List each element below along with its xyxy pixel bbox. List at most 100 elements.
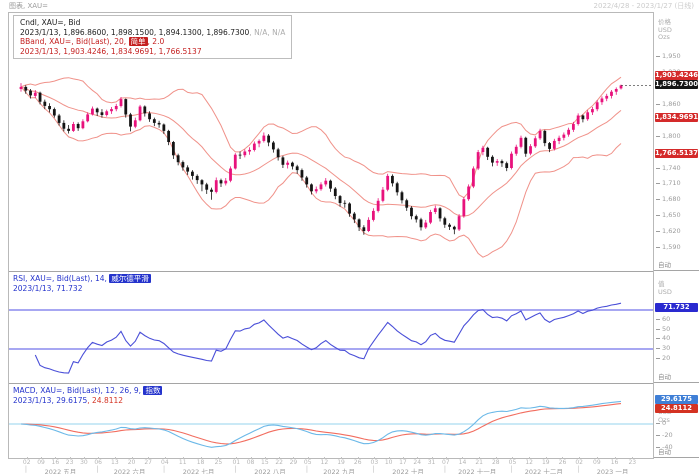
legend-candle-values: 2023/1/13, 1,896.8600, 1,898.1500, 1,894… [20,28,285,38]
axis-value-badge: 1,896.7300 [655,80,698,89]
xaxis-month-label: 2023 一月 [597,466,629,474]
month-divider: | [306,465,308,473]
axis-tick-label: 1,950 [656,52,681,60]
xaxis-day-label: 09 [37,459,45,466]
xaxis-day-label: 05 [509,459,517,466]
month-divider: | [577,465,579,473]
axis-value-badge: 1,766.5137 [655,149,698,158]
legend-macd-series: MACD, XAU=, Bid(Last), 12, 26, 9, 指数 [13,386,162,396]
axis-tick-label: 1,860 [656,100,681,108]
macd-legend: MACD, XAU=, Bid(Last), 12, 26, 9, 指数 202… [13,386,162,405]
xaxis-day-label: 30 [80,459,88,466]
axis-tick-label: -20 [656,431,673,439]
axis-tick-label: 20 [656,354,670,362]
xaxis-day-label: 27 [144,459,152,466]
price-axis-units: 价格 USD Ozs [654,12,699,42]
xaxis-day-label: 10 [385,459,393,466]
xaxis-day-label: 23 [628,459,636,466]
xaxis-day-label: 24 [413,459,421,466]
macd-type-chip: 指数 [143,386,162,395]
xaxis-day-label: 15 [261,459,269,466]
xaxis-day-label: 16 [611,459,619,466]
axis-tick-label: 1,740 [656,164,681,172]
time-axis[interactable]: |2022 五月0209162330|2022 六月06132027|2022 … [8,457,653,474]
xaxis-day-label: 19 [337,459,345,466]
legend-bband-values: 2023/1/13, 1,903.4246, 1,834.9691, 1,766… [20,47,285,57]
month-divider: | [163,465,165,473]
xaxis-day-label: 21 [475,459,483,466]
axis-value-badge: 1,834.9691 [655,113,698,122]
xaxis-day-label: 25 [215,459,223,466]
xaxis-day-label: 17 [399,459,407,466]
xaxis-month-label: 2022 十二月 [525,466,563,474]
axis-value-badge: 1,903.4246 [655,71,698,80]
xaxis-month-label: 2022 七月 [183,466,215,474]
xaxis-day-label: 31 [428,459,436,466]
xaxis-day-label: 08 [247,459,255,466]
axis-tick-label: 0 [656,419,666,427]
xaxis-month-label: 2022 九月 [323,466,355,474]
legend-macd-values: 2023/1/13, 29.6175, 24.8112 [13,396,162,406]
macd-signal-value: 24.8112 [92,396,123,405]
legend-rsi-value: 2023/1/13, 71.732 [13,284,151,294]
month-divider: | [96,465,98,473]
macd-pane[interactable]: MACD, XAU=, Bid(Last), 12, 26, 9, 指数 202… [9,383,653,458]
xaxis-day-label: 12 [321,459,329,466]
axis-tick-label: 1,800 [656,132,681,140]
macd-axis[interactable]: USD Ozs 自动 0-20-4029.617524.8112 [654,383,699,458]
rsi-smoothing-chip: 威尔德平滑 [109,274,151,283]
xaxis-month-label: 2022 十月 [392,466,424,474]
axis-tick-label: 1,680 [656,195,681,203]
axis-tick-label: 1,710 [656,179,681,187]
month-divider: | [25,465,27,473]
price-axis-column[interactable]: 价格 USD Ozs 自动 1,9501,9201,8601,8001,7401… [654,12,699,474]
axis-tick-label: 1,620 [656,227,681,235]
legend-na: , N/A, N/A [249,28,285,37]
legend-bband-series: BBand, XAU=, Bid(Last), 20, 简单, 2.0 [20,37,285,47]
rsi-pane[interactable]: RSI, XAU=, Bid(Last), 14, 威尔德平滑 2023/1/1… [9,271,653,383]
xaxis-day-label: 04 [161,459,169,466]
axis-tick-label: 30 [656,344,670,352]
axis-tick-label: 1,590 [656,243,681,251]
xaxis-day-label: 22 [275,459,283,466]
axis-tick-label: 50 [656,325,670,333]
month-divider: | [372,465,374,473]
axis-value-badge: 71.732 [655,303,698,312]
month-divider: | [510,465,512,473]
price-axis[interactable]: 价格 USD Ozs 自动 1,9501,9201,8601,8001,7401… [654,12,699,271]
xaxis-day-label: 26 [559,459,567,466]
chart-area: Cndl, XAU=, Bid 2023/1/13, 1,896.8600, 1… [8,12,654,459]
xaxis-day-label: 05 [304,459,312,466]
legend-rsi-series: RSI, XAU=, Bid(Last), 14, 威尔德平滑 [13,274,151,284]
xaxis-day-label: 14 [459,459,467,466]
xaxis-day-label: 12 [525,459,533,466]
legend-candle-series: Cndl, XAU=, Bid [20,18,285,28]
chart-window: 图表, XAU= 2022/4/28 - 2023/1/27 (日线) Cndl… [0,0,699,474]
xaxis-day-label: 28 [492,459,500,466]
xaxis-month-label: 2022 十一月 [458,466,496,474]
xaxis-day-label: 03 [371,459,379,466]
rsi-legend: RSI, XAU=, Bid(Last), 14, 威尔德平滑 2023/1/1… [13,274,151,293]
xaxis-day-label: 29 [290,459,298,466]
xaxis-day-label: 02 [23,459,31,466]
xaxis-day-label: 07 [442,459,450,466]
xaxis-day-label: 19 [542,459,550,466]
xaxis-day-label: 06 [94,459,102,466]
axis-value-badge: 29.6175 [655,395,698,404]
macd-last-value: 29.6175 [56,396,87,405]
price-pane[interactable]: Cndl, XAU=, Bid 2023/1/13, 1,896.8600, 1… [9,13,653,271]
xaxis-day-label: 16 [52,459,60,466]
xaxis-day-label: 23 [66,459,74,466]
axis-tick-label: 60 [656,315,670,323]
axis-tick-label: 40 [656,334,670,342]
xaxis-month-label: 2022 八月 [254,466,286,474]
axis-tick-label: -40 [656,443,673,451]
price-axis-auto-toggle[interactable]: 自动 [658,259,671,269]
month-divider: | [234,465,236,473]
xaxis-day-label: 13 [111,459,119,466]
rsi-axis-auto-toggle[interactable]: 自动 [658,371,671,381]
rsi-axis[interactable]: 值 USD 自动 605040302071.732 [654,271,699,383]
xaxis-month-label: 2022 五月 [45,466,77,474]
xaxis-day-label: 02 [575,459,583,466]
xaxis-day-label: 18 [197,459,205,466]
